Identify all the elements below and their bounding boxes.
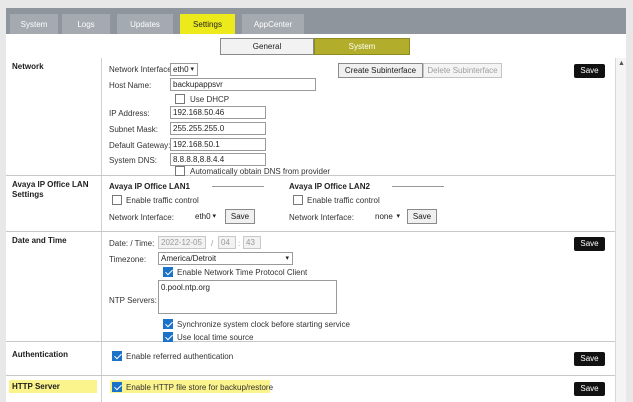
- network-save-button[interactable]: Save: [574, 64, 605, 78]
- default-gateway-input[interactable]: 192.168.50.1: [170, 138, 266, 151]
- network-section: Network Network Interface: eth0 ▾ Create …: [6, 58, 615, 176]
- subnet-mask-input[interactable]: 255.255.255.0: [170, 122, 266, 135]
- network-title: Network: [12, 62, 44, 71]
- lan1-interface-label: Network Interface:: [109, 213, 174, 222]
- date-input[interactable]: 2022-12-05: [158, 236, 206, 249]
- network-interface-value: eth0: [173, 65, 189, 74]
- http-section: HTTP Server Enable HTTP file store for b…: [6, 376, 615, 402]
- scrollbar[interactable]: ▲: [615, 58, 626, 402]
- lan2-interface-select[interactable]: none ▾: [372, 210, 404, 223]
- subtab-system[interactable]: System: [314, 38, 410, 55]
- top-tab-bar: System Logs Updates Settings AppCenter: [0, 0, 633, 34]
- subtab-bar: General System: [6, 34, 626, 58]
- lan2-divider: [392, 186, 444, 187]
- minute-input[interactable]: 43: [243, 236, 261, 249]
- lan1-title: Avaya IP Office LAN1: [109, 182, 190, 191]
- ntp-client-label: Enable Network Time Protocol Client: [177, 268, 308, 277]
- referred-auth-checkbox[interactable]: [112, 351, 122, 361]
- lan1-interface-value: eth0: [195, 212, 211, 221]
- lan-body: Avaya IP Office LAN1 Enable traffic cont…: [101, 176, 615, 231]
- subnet-mask-label: Subnet Mask:: [109, 125, 158, 134]
- filestore-checkbox[interactable]: [112, 382, 122, 392]
- chevron-down-icon: ▾: [285, 255, 289, 262]
- lan1-traffic-checkbox[interactable]: [112, 195, 122, 205]
- date-time-label: Date: / Time:: [109, 239, 155, 248]
- tab-settings[interactable]: Settings: [180, 14, 235, 34]
- host-name-label: Host Name:: [109, 81, 152, 90]
- http-body: Enable HTTP file store for backup/restor…: [101, 376, 615, 402]
- lan2-traffic-checkbox[interactable]: [293, 195, 303, 205]
- auto-dns-label: Automatically obtain DNS from provider: [190, 167, 331, 176]
- chevron-down-icon: ▾: [212, 213, 216, 220]
- datetime-section: Date and Time Date: / Time: 2022-12-05 /…: [6, 232, 615, 342]
- lan2-interface-value: none: [375, 212, 393, 221]
- auth-title: Authentication: [12, 350, 68, 359]
- auth-body: Enable referred authentication Save: [101, 342, 615, 375]
- lan2-save-button[interactable]: Save: [407, 209, 437, 224]
- network-interface-label: Network Interface:: [109, 65, 174, 74]
- filestore-label: Enable HTTP file store for backup/restor…: [126, 383, 274, 392]
- settings-panel: Network Network Interface: eth0 ▾ Create …: [6, 58, 615, 402]
- lan2-interface-label: Network Interface:: [289, 213, 354, 222]
- delete-subinterface-button[interactable]: Delete Subinterface: [423, 63, 502, 78]
- use-dhcp-checkbox[interactable]: [175, 94, 185, 104]
- auth-section: Authentication Enable referred authentic…: [6, 342, 615, 376]
- chevron-down-icon: ▾: [396, 213, 400, 220]
- timezone-select[interactable]: America/Detroit ▾: [158, 252, 293, 265]
- tab-appcenter[interactable]: AppCenter: [242, 14, 304, 34]
- default-gateway-label: Default Gateway:: [109, 141, 171, 150]
- lan1-save-button[interactable]: Save: [225, 209, 255, 224]
- host-name-input[interactable]: backupappsvr: [170, 78, 316, 91]
- http-title: HTTP Server: [12, 382, 60, 391]
- timezone-label: Timezone:: [109, 255, 147, 264]
- sync-clock-checkbox[interactable]: [163, 319, 173, 329]
- referred-auth-label: Enable referred authentication: [126, 352, 234, 361]
- auth-save-button[interactable]: Save: [574, 352, 605, 366]
- tab-logs[interactable]: Logs: [62, 14, 110, 34]
- lan2-title: Avaya IP Office LAN2: [289, 182, 370, 191]
- local-time-label: Use local time source: [177, 333, 254, 342]
- datetime-title: Date and Time: [12, 236, 67, 245]
- create-subinterface-button[interactable]: Create Subinterface: [338, 63, 423, 78]
- ntp-servers-label: NTP Servers:: [109, 296, 157, 305]
- http-save-button[interactable]: Save: [574, 382, 605, 396]
- time-colon: :: [238, 239, 241, 248]
- auto-dns-checkbox[interactable]: [175, 166, 185, 176]
- lan1-divider: [212, 186, 264, 187]
- lan-title: Avaya IP Office LAN Settings: [12, 180, 89, 199]
- ntp-client-checkbox[interactable]: [163, 267, 173, 277]
- ntp-servers-textarea[interactable]: 0.pool.ntp.org: [158, 280, 337, 314]
- system-dns-input[interactable]: 8.8.8.8,8.8.4.4: [170, 153, 266, 166]
- hour-input[interactable]: 04: [218, 236, 236, 249]
- subtab-general[interactable]: General: [220, 38, 314, 55]
- system-dns-label: System DNS:: [109, 156, 158, 165]
- network-body: Network Interface: eth0 ▾ Create Subinter…: [101, 58, 615, 176]
- lan1-traffic-label: Enable traffic control: [126, 196, 199, 205]
- lan-section: Avaya IP Office LAN Settings Avaya IP Of…: [6, 176, 615, 232]
- tab-system[interactable]: System: [10, 14, 58, 34]
- date-time-separator: /: [211, 239, 214, 248]
- use-dhcp-label: Use DHCP: [190, 95, 230, 104]
- timezone-value: America/Detroit: [161, 254, 217, 263]
- sync-clock-label: Synchronize system clock before starting…: [177, 320, 350, 329]
- ip-address-input[interactable]: 192.168.50.46: [170, 106, 266, 119]
- local-time-checkbox[interactable]: [163, 332, 173, 342]
- scroll-up-icon[interactable]: ▲: [618, 60, 625, 67]
- datetime-save-button[interactable]: Save: [574, 237, 605, 251]
- lan2-traffic-label: Enable traffic control: [307, 196, 380, 205]
- datetime-body: Date: / Time: 2022-12-05 / 04 : 43 Timez…: [101, 232, 615, 342]
- lan1-interface-select[interactable]: eth0 ▾: [192, 210, 220, 223]
- ip-address-label: IP Address:: [109, 109, 150, 118]
- tab-updates[interactable]: Updates: [117, 14, 173, 34]
- chevron-down-icon: ▾: [190, 66, 194, 73]
- network-interface-select[interactable]: eth0 ▾: [170, 63, 198, 76]
